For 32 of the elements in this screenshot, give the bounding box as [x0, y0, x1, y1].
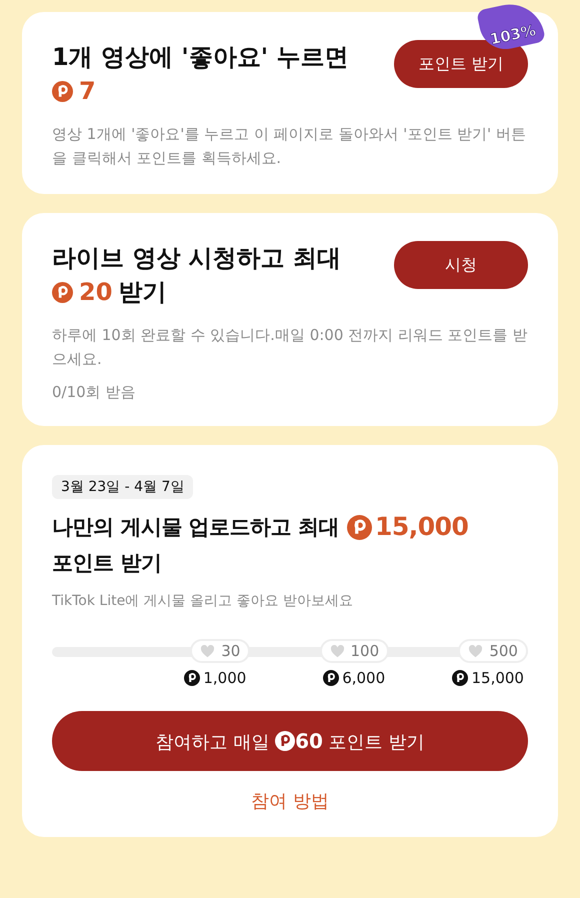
reward-amount: 7 [79, 76, 96, 107]
reward-amount: 20 [79, 277, 112, 308]
progress-count: 0/10회 받음 [52, 383, 136, 402]
heart-icon [200, 644, 216, 658]
point-coin-icon [52, 80, 73, 102]
campaign-title: 포인트 받기 [52, 550, 162, 577]
point-coin-icon [323, 670, 340, 686]
point-coin-icon [346, 514, 372, 540]
heart-icon [330, 644, 345, 658]
task-title: 받기 [118, 277, 166, 308]
task-title: 라이브 영상 시청하고 최대 [52, 243, 342, 274]
likes-milestone: 100 [320, 639, 390, 663]
milestone-points: 1,000 [203, 669, 246, 687]
task-title: 1개 영상에 '좋아요' 누르면 [52, 42, 348, 73]
task-description: 영상 1개에 '좋아요'를 누르고 이 페이지로 돌아와서 '포인트 받기' 버튼을 클릭해서 포인트를 획득하세요. [52, 124, 527, 169]
milestone-points: 15,000 [471, 669, 524, 687]
heart-icon [468, 644, 484, 658]
point-coin-icon [452, 670, 468, 686]
campaign-subtitle: TikTok Lite에 게시물 올리고 좋아요 받아보세요 [52, 592, 354, 611]
point-coin-icon [184, 670, 200, 686]
join-button[interactable]: 참여하고 매일 60 포인트 받기 [52, 711, 528, 771]
date-range-tag: 3월 23일 - 4월 7일 [52, 475, 194, 499]
reward-amount: 15,000 [374, 511, 468, 543]
point-coin-icon [52, 282, 73, 302]
task-description: 하루에 10회 완료할 수 있습니다.매일 0:00 전까지 리워드 포인트를 받으세요. [52, 325, 528, 370]
task-button[interactable]: 시청 [394, 241, 528, 289]
campaign-title: 나만의 게시물 업로드하고 최대 [52, 514, 339, 541]
likes-milestone: 500 [458, 639, 528, 663]
likes-milestone: 30 [190, 639, 250, 663]
milestone-points: 6,000 [342, 669, 386, 687]
point-coin-icon [275, 730, 296, 750]
how-to-join-link[interactable]: 참여 방법 [251, 789, 329, 813]
